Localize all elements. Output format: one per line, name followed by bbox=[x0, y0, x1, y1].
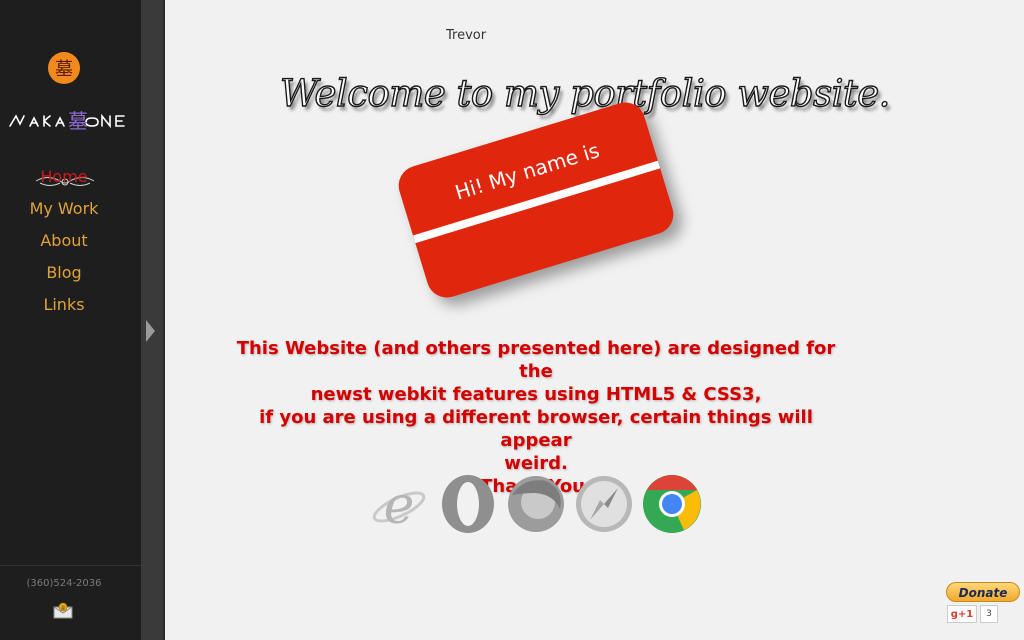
main-nav: Home My Work About Blog Links bbox=[0, 166, 128, 326]
nav-item-about[interactable]: About bbox=[0, 230, 128, 262]
notice-line: This Website (and others presented here)… bbox=[236, 338, 836, 382]
firefox-icon bbox=[508, 476, 564, 532]
nav-item-links[interactable]: Links bbox=[0, 294, 128, 326]
name-tag-card: Hi! My name is bbox=[393, 97, 679, 303]
nav-item-my-work[interactable]: My Work bbox=[0, 198, 128, 230]
notice-line: newst webkit features using HTML5 & CSS3… bbox=[310, 384, 762, 405]
phone-number: (360)524-2036 bbox=[26, 578, 102, 589]
page-title: Welcome to my portfolio website. bbox=[279, 71, 891, 115]
notice-line: weird. bbox=[504, 453, 568, 474]
expand-arrow-icon[interactable] bbox=[146, 320, 155, 342]
svg-text:e: e bbox=[384, 476, 415, 535]
logo-seal-icon: 墓 bbox=[48, 52, 80, 84]
donate-button[interactable]: Donate bbox=[946, 582, 1020, 602]
sidebar-footer-divider bbox=[0, 565, 141, 566]
gplus-count: 3 bbox=[980, 605, 998, 623]
gplus-button[interactable]: g+1 bbox=[947, 605, 977, 623]
chrome-icon bbox=[643, 475, 701, 533]
mail-icon[interactable]: @ bbox=[53, 601, 73, 619]
user-name: Trevor bbox=[446, 28, 487, 43]
notice-line: if you are using a different browser, ce… bbox=[259, 407, 813, 451]
nav-item-home[interactable]: Home bbox=[0, 166, 128, 198]
internet-explorer-icon: e bbox=[372, 476, 426, 535]
sidebar: 墓 墓 Home My Work About Blog Links (360)5… bbox=[0, 0, 141, 640]
nav-item-blog[interactable]: Blog bbox=[0, 262, 128, 294]
svg-text:墓: 墓 bbox=[68, 109, 88, 133]
safari-icon bbox=[576, 476, 632, 532]
browser-icons: e bbox=[370, 473, 710, 535]
opera-icon bbox=[442, 475, 494, 533]
logo-wordmark: 墓 bbox=[9, 109, 125, 133]
svg-text:@: @ bbox=[61, 605, 66, 611]
